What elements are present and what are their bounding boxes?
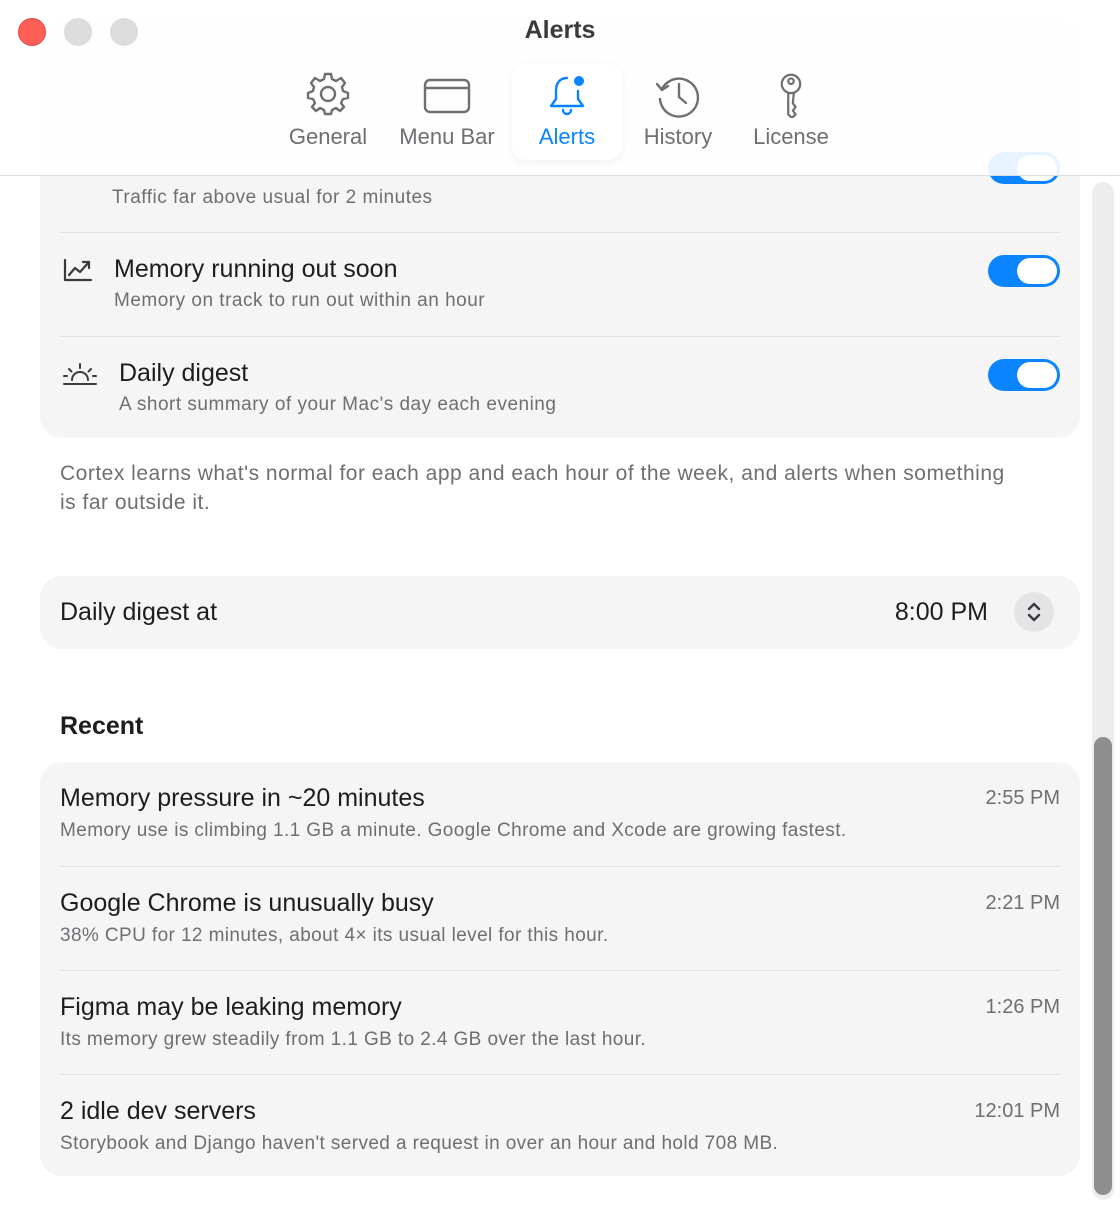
- alert-type-subtitle: A short summary of your Mac's day each e…: [119, 394, 557, 415]
- daily-digest-toggle[interactable]: [988, 359, 1060, 391]
- recent-alert-title: Memory pressure in ~20 minutes: [60, 784, 425, 812]
- alert-type-row-memory: Memory running out soon Memory on track …: [60, 232, 1060, 336]
- tab-alerts[interactable]: Alerts: [512, 64, 622, 160]
- tab-menu-bar[interactable]: Menu Bar: [390, 64, 504, 160]
- recent-alert-detail: Memory use is climbing 1.1 GB a minute. …: [60, 820, 847, 841]
- recent-alert-item[interactable]: Memory pressure in ~20 minutes Memory us…: [60, 762, 1060, 866]
- memory-alert-toggle[interactable]: [988, 255, 1060, 287]
- gear-icon: [304, 72, 352, 118]
- preferences-toolbar: Alerts General Menu Bar Alerts History L…: [0, 0, 1120, 176]
- tab-label: License: [753, 124, 829, 149]
- recent-alert-time: 1:26 PM: [985, 996, 1060, 1018]
- recent-alert-item[interactable]: 2 idle dev servers Storybook and Django …: [60, 1074, 1060, 1178]
- tab-license[interactable]: License: [742, 64, 840, 160]
- recent-heading: Recent: [60, 712, 144, 740]
- chart-trend-icon: [62, 257, 94, 283]
- recent-alert-title: Figma may be leaking memory: [60, 993, 402, 1021]
- tab-label: Menu Bar: [399, 124, 495, 149]
- digest-time-card: Daily digest at 8:00 PM: [40, 576, 1080, 649]
- tab-general[interactable]: General: [276, 64, 380, 160]
- tab-label: Alerts: [538, 124, 596, 149]
- clock-history-icon: [654, 72, 702, 118]
- alert-type-subtitle: Traffic far above usual for 2 minutes: [112, 187, 433, 208]
- bell-icon: [543, 72, 591, 118]
- digest-time-value[interactable]: 8:00 PM: [895, 598, 988, 627]
- alert-type-subtitle: Memory on track to run out within an hou…: [114, 290, 486, 311]
- recent-alert-item[interactable]: Figma may be leaking memory Its memory g…: [60, 970, 1060, 1074]
- time-stepper[interactable]: [1014, 592, 1054, 632]
- digest-time-label: Daily digest at: [60, 598, 218, 626]
- recent-alerts-list: Memory pressure in ~20 minutes Memory us…: [40, 762, 1080, 1176]
- alert-type-title: Daily digest: [119, 359, 249, 387]
- alerts-pane: Traffic far above usual for 2 minutes Me…: [0, 0, 1120, 1216]
- recent-alert-time: 12:01 PM: [974, 1100, 1060, 1122]
- chevron-up-down-icon: [1027, 602, 1041, 622]
- recent-alert-detail: Storybook and Django haven't served a re…: [60, 1133, 779, 1154]
- window-title: Alerts: [524, 16, 596, 44]
- window-icon: [423, 72, 471, 118]
- recent-alert-title: 2 idle dev servers: [60, 1097, 256, 1125]
- tab-history[interactable]: History: [630, 64, 726, 160]
- tab-label: History: [643, 124, 713, 149]
- alert-type-row-digest: Daily digest A short summary of your Mac…: [60, 336, 1060, 440]
- tab-label: General: [288, 124, 368, 149]
- scrollbar-thumb[interactable]: [1094, 737, 1112, 1195]
- recent-alert-detail: Its memory grew steadily from 1.1 GB to …: [60, 1029, 647, 1050]
- alert-type-title: Memory running out soon: [114, 255, 398, 283]
- recent-alert-time: 2:55 PM: [985, 787, 1060, 809]
- recent-alert-title: Google Chrome is unusually busy: [60, 889, 434, 917]
- recent-alert-time: 2:21 PM: [985, 892, 1060, 914]
- recent-alert-item[interactable]: Google Chrome is unusually busy 38% CPU …: [60, 866, 1060, 970]
- key-icon: [767, 72, 815, 120]
- alerts-footnote: Cortex learns what's normal for each app…: [60, 462, 1005, 514]
- sunset-icon: [62, 361, 98, 387]
- recent-alert-detail: 38% CPU for 12 minutes, about 4× its usu…: [60, 925, 609, 946]
